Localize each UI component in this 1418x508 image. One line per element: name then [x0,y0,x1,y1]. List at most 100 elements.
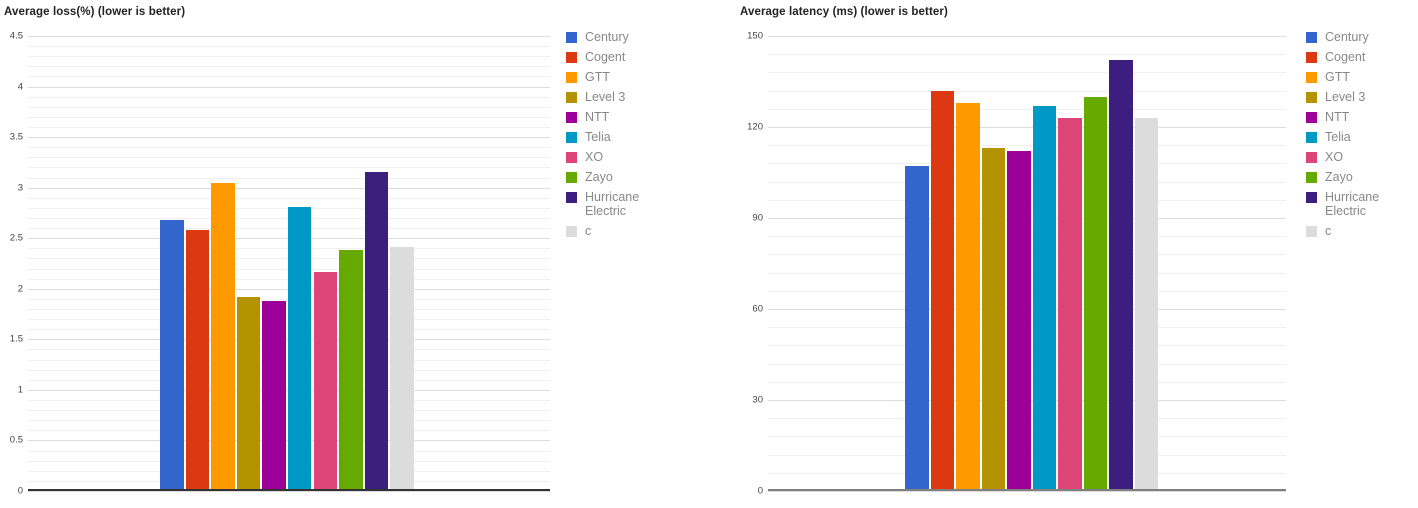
legend-item-gtt[interactable]: GTT [1306,70,1418,84]
legend-swatch-icon [1306,92,1317,103]
y-axis-tick-label: 2.5 [9,232,23,244]
y-axis-tick-label: 0 [757,485,763,497]
legend-item-ntt[interactable]: NTT [1306,110,1418,124]
legend-loss: Century Cogent GTT Level 3 NTT Telia XO Zayo Hur… [566,30,706,244]
y-axis-tick-label: 4.5 [9,30,23,42]
legend-item-hurricane-electric[interactable]: Hurricane Electric [1306,190,1418,218]
bar-level-3[interactable] [236,296,261,491]
legend-item-label: Zayo [1325,170,1353,184]
legend-item-label: Telia [1325,130,1351,144]
bar-zayo[interactable] [339,250,363,491]
y-axis-tick-label: 90 [752,212,763,224]
bar-xo[interactable] [313,271,338,491]
legend-item-century[interactable]: Century [566,30,706,44]
bar-c[interactable] [390,247,414,491]
gridline-major [28,491,550,492]
chart-panel-latency: Average latency (ms) (lower is better) 1… [710,0,1418,508]
legend-swatch-icon [566,132,577,143]
legend-swatch-icon [1306,132,1317,143]
legend-item-gtt[interactable]: GTT [566,70,706,84]
legend-item-ntt[interactable]: NTT [566,110,706,124]
legend-swatch-icon [1306,112,1317,123]
legend-item-level-3[interactable]: Level 3 [1306,90,1418,104]
chart-title-loss: Average loss(%) (lower is better) [4,6,186,18]
bar-zayo[interactable] [1083,96,1108,491]
bar-century[interactable] [160,220,184,491]
dashboard-root: Average loss(%) (lower is better) 4.5 4 3.… [0,0,1418,508]
legend-item-telia[interactable]: Telia [566,130,706,144]
bar-cogent[interactable] [930,90,955,491]
legend-item-telia[interactable]: Telia [1306,130,1418,144]
legend-item-xo[interactable]: XO [566,150,706,164]
legend-item-label: Level 3 [585,90,626,104]
legend-item-label: Cogent [1325,50,1366,64]
y-axis-tick-label: 4 [17,81,23,93]
legend-swatch-icon [566,226,577,237]
legend-swatch-icon [566,192,577,203]
legend-item-c[interactable]: c [1306,224,1418,238]
legend-item-zayo[interactable]: Zayo [1306,170,1418,184]
legend-item-century[interactable]: Century [1306,30,1418,44]
legend-item-cogent[interactable]: Cogent [1306,50,1418,64]
y-axis-tick-label: 3.5 [9,131,23,143]
y-axis-tick-label: 0.5 [9,434,23,446]
bar-gtt[interactable] [211,182,235,491]
legend-swatch-icon [566,152,577,163]
bar-hurricane-electric[interactable] [364,171,389,491]
chart-title-latency: Average latency (ms) (lower is better) [740,6,948,18]
plot-area-latency: 150 120 90 60 30 0 [747,31,1286,497]
legend-item-label: Hurricane Electric [1325,190,1380,218]
y-axis-tick-label: 120 [747,121,763,133]
legend-item-level-3[interactable]: Level 3 [566,90,706,104]
bar-ntt[interactable] [262,300,286,491]
legend-item-label: NTT [585,110,610,124]
legend-swatch-icon [566,52,577,63]
plot-area-loss: 4.5 4 3.5 3 2.5 2 1.5 1 0.5 0 [10,31,550,497]
legend-item-xo[interactable]: XO [1306,150,1418,164]
y-axis-tick-label: 60 [752,303,763,315]
legend-item-zayo[interactable]: Zayo [566,170,706,184]
legend-swatch-icon [566,112,577,123]
legend-swatch-icon [566,172,577,183]
legend-swatch-icon [1306,172,1317,183]
legend-item-label: Century [585,30,629,44]
chart-panel-loss: Average loss(%) (lower is better) 4.5 4 3.… [0,0,708,508]
bar-cogent[interactable] [185,230,210,491]
x-axis-line-latency [768,489,1286,491]
bar-level-3[interactable] [981,148,1006,491]
legend-item-label: Level 3 [1325,90,1366,104]
legend-swatch-icon [1306,152,1317,163]
legend-item-label: XO [1325,150,1344,164]
legend-item-cogent[interactable]: Cogent [566,50,706,64]
legend-item-label: XO [585,150,604,164]
bar-ntt[interactable] [1007,151,1031,491]
bar-xo[interactable] [1058,117,1082,491]
bar-group-latency [768,36,1286,491]
legend-swatch-icon [1306,226,1317,237]
y-axis-tick-label: 150 [747,30,763,42]
legend-swatch-icon [1306,192,1317,203]
gridline-major [768,491,1286,492]
y-axis-tick-label: 1.5 [9,333,23,345]
legend-item-label: Zayo [585,170,613,184]
legend-item-label: Telia [585,130,611,144]
x-axis-line-loss [28,489,550,491]
bar-group-loss [28,36,550,491]
bar-c[interactable] [1134,117,1159,491]
bar-century[interactable] [905,166,929,491]
legend-item-label: Century [1325,30,1369,44]
legend-item-label: Cogent [585,50,626,64]
legend-item-label: c [1325,224,1332,238]
legend-swatch-icon [566,92,577,103]
legend-item-label: Hurricane Electric [585,190,640,218]
legend-item-label: NTT [1325,110,1350,124]
bar-telia[interactable] [1032,105,1057,491]
bar-hurricane-electric[interactable] [1109,60,1133,491]
y-axis-tick-label: 30 [752,394,763,406]
bar-telia[interactable] [287,206,312,491]
y-axis-tick-label: 2 [17,283,23,295]
legend-item-c[interactable]: c [566,224,706,238]
legend-item-label: c [585,224,592,238]
bar-gtt[interactable] [956,102,980,491]
legend-item-hurricane-electric[interactable]: Hurricane Electric [566,190,706,218]
